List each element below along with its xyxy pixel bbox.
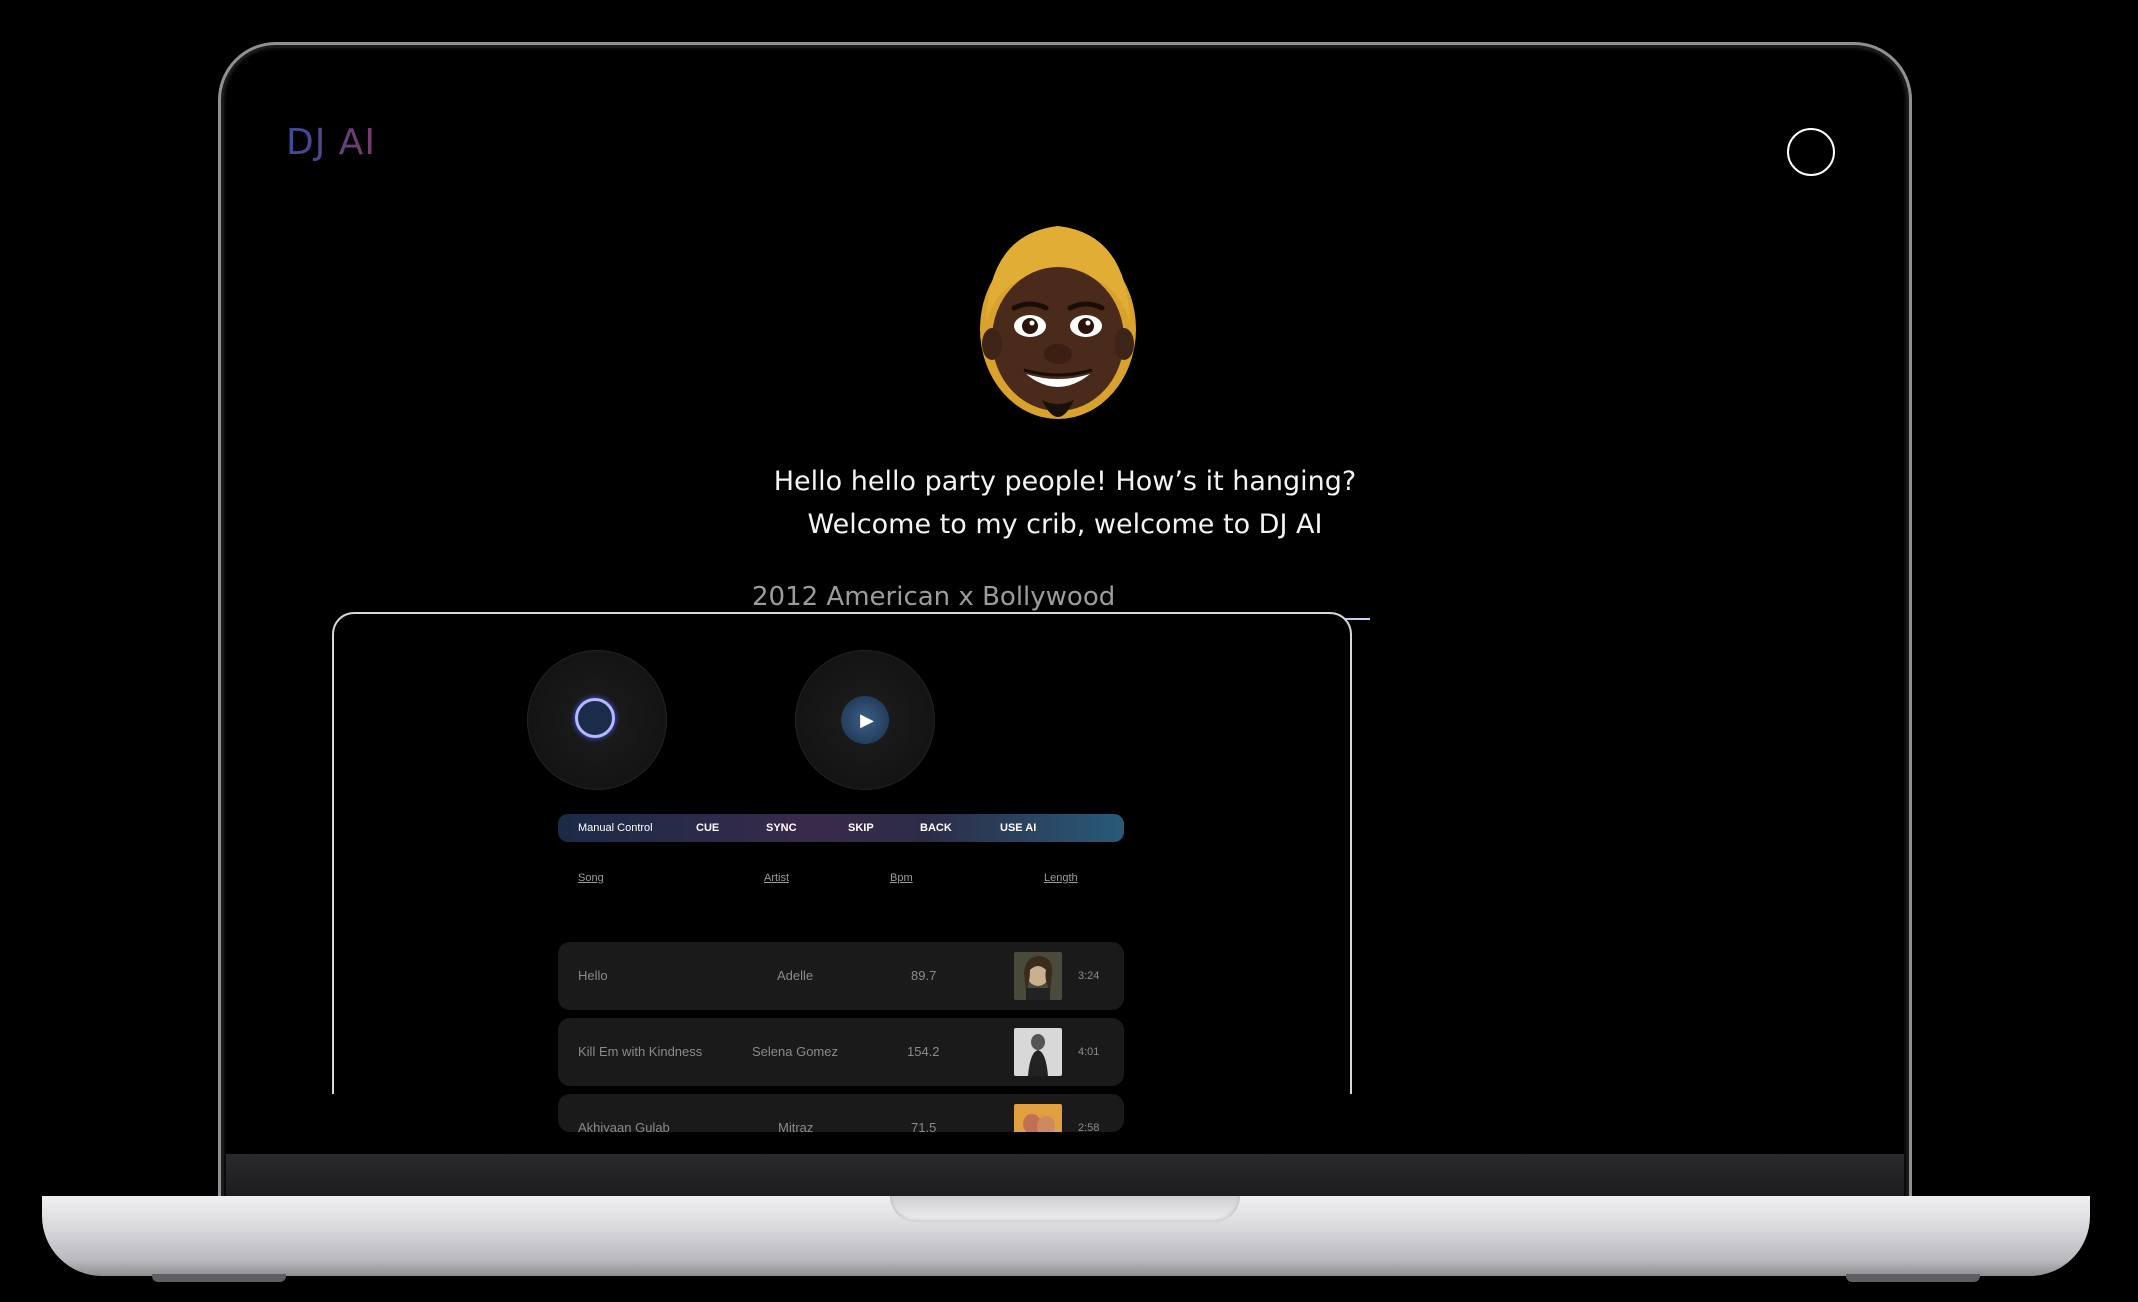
app-logo[interactable]: DJ AI: [286, 122, 376, 163]
track-length: 4:01: [1078, 1046, 1100, 1058]
greeting-line-2: Welcome to my crib, welcome to DJ AI: [807, 509, 1323, 540]
lid-notch: [890, 1196, 1240, 1222]
track-song: Kill Em with Kindness: [578, 1044, 703, 1059]
skip-button[interactable]: SKIP: [848, 822, 874, 834]
laptop-foot-left: [152, 1274, 286, 1282]
play-icon: ▶: [860, 709, 874, 730]
track-artist: Mitraz: [778, 1120, 814, 1132]
album-art-icon: [1014, 1104, 1062, 1132]
track-row[interactable]: Hello Adelle 89.7 3:24: [558, 942, 1124, 1010]
album-art-icon: [1014, 1028, 1062, 1076]
laptop-foot-right: [1846, 1274, 1980, 1282]
header-artist[interactable]: Artist: [764, 872, 789, 884]
track-artist: Selena Gomez: [752, 1044, 838, 1059]
header-bpm[interactable]: Bpm: [890, 872, 913, 884]
deck-a[interactable]: [527, 650, 667, 790]
track-row[interactable]: Akhiyaan Gulab Mitraz 71.5 2:58: [558, 1094, 1124, 1132]
track-length: 3:24: [1078, 970, 1100, 982]
deck-b[interactable]: ▶: [795, 650, 935, 790]
album-art-icon: [1014, 952, 1062, 1000]
greeting-line-1: Hello hello party people! How’s it hangi…: [773, 466, 1357, 497]
profile-circle-icon[interactable]: [1787, 128, 1835, 176]
back-button[interactable]: BACK: [920, 822, 952, 834]
avatar-icon: [980, 226, 1136, 419]
track-bpm: 71.5: [911, 1120, 937, 1132]
track-length: 2:58: [1078, 1122, 1100, 1132]
bottom-bezel: [226, 1154, 1904, 1198]
track-song: Akhiyaan Gulab: [578, 1120, 670, 1132]
track-song: Hello: [578, 968, 608, 983]
search-input[interactable]: [752, 578, 1370, 616]
use-ai-button[interactable]: USE AI: [1000, 822, 1036, 834]
cue-button[interactable]: CUE: [696, 822, 719, 834]
manual-control-button[interactable]: Manual Control: [578, 822, 653, 834]
spinning-vinyl-icon: [575, 698, 615, 738]
track-artist: Adelle: [777, 968, 814, 983]
play-button[interactable]: ▶: [841, 696, 889, 744]
header-song[interactable]: Song: [578, 872, 604, 884]
track-bpm: 89.7: [911, 968, 937, 983]
track-bpm: 154.2: [907, 1044, 940, 1059]
header-length[interactable]: Length: [1044, 872, 1078, 884]
control-toolbar: Manual Control CUE SYNC SKIP BACK USE AI: [558, 814, 1124, 842]
track-row[interactable]: Kill Em with Kindness Selena Gomez 154.2…: [558, 1018, 1124, 1086]
sync-button[interactable]: SYNC: [766, 822, 797, 834]
